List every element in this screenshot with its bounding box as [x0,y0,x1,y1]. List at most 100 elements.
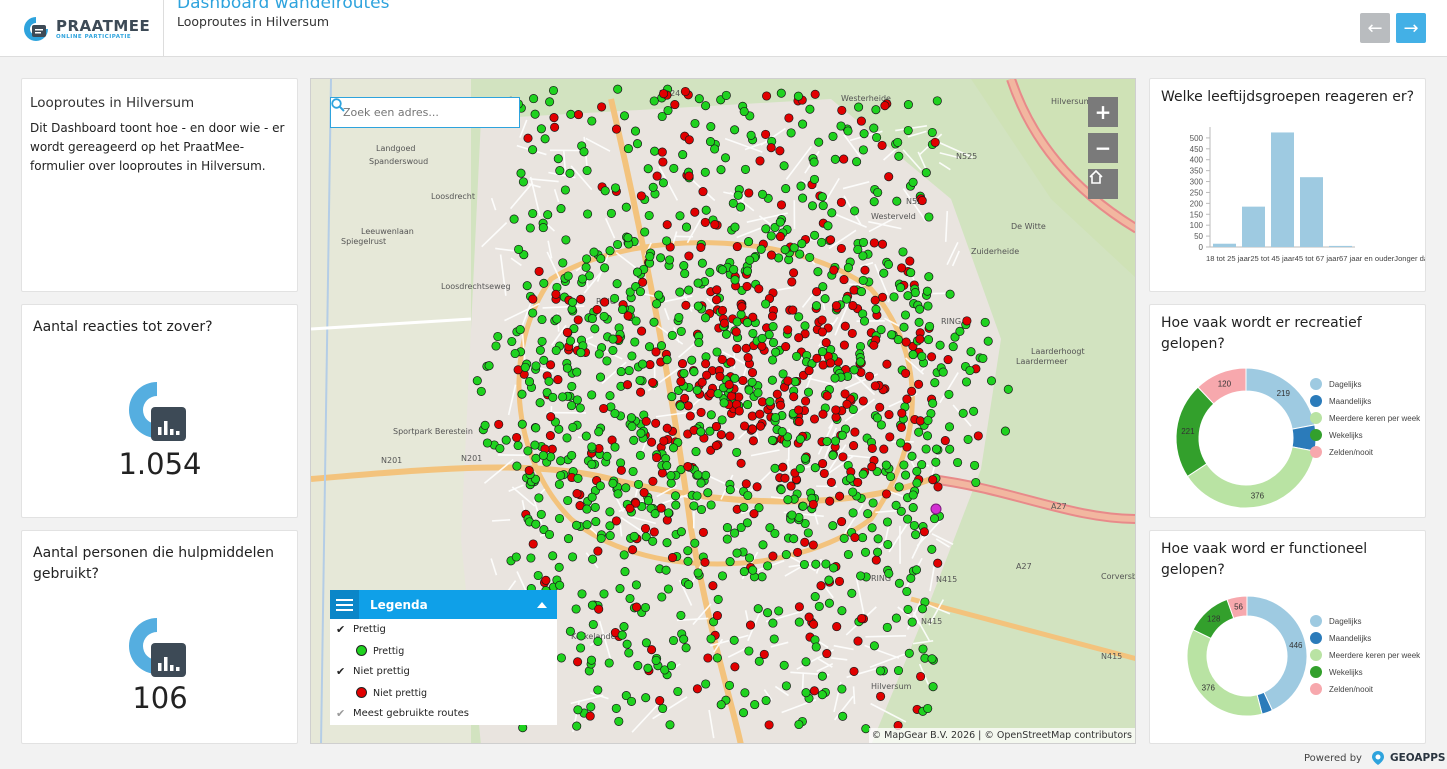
response-marker[interactable] [526,553,536,563]
response-marker[interactable] [805,104,815,114]
response-marker[interactable] [756,244,766,254]
response-marker[interactable] [656,341,667,351]
response-marker[interactable] [945,444,955,454]
response-marker[interactable] [902,394,912,404]
response-marker[interactable] [595,481,605,491]
response-marker[interactable] [820,294,830,304]
map-view[interactable]: N524WesterheideHilversum-NoordN525N525We… [310,78,1136,744]
response-marker[interactable] [701,359,711,369]
response-marker[interactable] [948,342,958,352]
response-marker[interactable] [867,523,877,533]
response-marker[interactable] [767,435,777,445]
response-marker[interactable] [641,416,651,426]
response-marker[interactable] [857,613,867,624]
response-marker[interactable] [837,430,847,440]
response-marker[interactable] [848,487,858,497]
response-marker[interactable] [581,262,591,272]
response-marker[interactable] [828,563,839,573]
response-marker[interactable] [712,653,722,663]
response-marker[interactable] [667,553,678,563]
response-marker[interactable] [923,703,933,714]
response-marker[interactable] [784,113,794,123]
response-marker[interactable] [805,252,815,262]
response-marker[interactable] [676,527,686,537]
response-marker[interactable] [983,336,993,346]
response-marker[interactable] [789,268,799,278]
response-marker[interactable] [611,703,621,713]
response-marker[interactable] [701,205,711,215]
praatmee-logo[interactable]: PRAATMEE ONLINE PARTICIPATIE [22,12,150,46]
response-marker[interactable] [880,101,890,111]
response-marker[interactable] [649,527,659,537]
response-marker[interactable] [794,405,804,415]
response-marker[interactable] [772,389,782,399]
response-marker[interactable] [501,435,511,445]
response-marker[interactable] [809,619,819,629]
response-marker[interactable] [554,479,564,489]
response-marker[interactable] [849,441,859,451]
response-marker[interactable] [708,581,718,591]
response-marker[interactable] [767,375,777,385]
response-marker[interactable] [817,671,827,681]
response-marker[interactable] [585,711,595,721]
response-marker[interactable] [654,290,664,300]
response-marker[interactable] [697,258,707,268]
response-marker[interactable] [710,144,720,154]
response-marker[interactable] [828,521,838,531]
response-marker[interactable] [882,517,893,527]
response-marker[interactable] [747,368,758,378]
response-marker[interactable] [711,421,721,432]
response-marker[interactable] [961,377,972,387]
response-marker[interactable] [556,470,566,481]
response-marker[interactable] [675,401,685,411]
response-marker[interactable] [520,362,530,372]
response-marker[interactable] [719,318,729,328]
response-marker[interactable] [876,691,886,701]
response-marker[interactable] [725,431,735,441]
response-marker[interactable] [657,147,667,157]
response-marker[interactable] [684,171,694,181]
response-marker[interactable] [783,325,793,335]
response-marker[interactable] [649,96,659,106]
response-marker[interactable] [938,367,948,377]
response-marker[interactable] [796,181,806,191]
response-marker[interactable] [676,326,686,336]
response-marker[interactable] [745,620,756,630]
response-marker[interactable] [636,387,646,397]
response-marker[interactable] [610,442,620,452]
legend-layer-negative[interactable]: ✔ Niet prettig [330,661,557,682]
response-marker[interactable] [736,458,746,468]
response-marker[interactable] [768,355,778,365]
response-marker[interactable] [789,392,799,402]
response-marker[interactable] [858,469,868,479]
response-marker[interactable] [600,186,610,196]
response-marker[interactable] [808,540,818,550]
response-marker[interactable] [700,313,711,323]
response-marker[interactable] [476,386,486,396]
response-marker[interactable] [693,470,703,480]
response-marker[interactable] [908,177,918,187]
response-marker[interactable] [804,366,814,376]
response-marker[interactable] [901,337,911,347]
response-marker[interactable] [576,294,586,304]
response-marker[interactable] [622,380,633,390]
response-marker[interactable] [879,268,889,278]
response-marker[interactable] [856,571,866,581]
response-marker[interactable] [550,122,560,132]
response-marker[interactable] [811,301,822,311]
response-marker[interactable] [923,335,934,345]
response-marker[interactable] [915,416,925,426]
response-marker[interactable] [531,453,541,463]
response-marker[interactable] [593,636,603,646]
response-marker[interactable] [732,242,742,252]
response-marker[interactable] [715,371,725,381]
response-marker[interactable] [810,89,820,99]
response-marker[interactable] [854,102,864,112]
response-marker[interactable] [821,338,831,348]
checkmark-icon[interactable]: ✔ [336,707,345,720]
response-marker[interactable] [522,281,532,291]
response-marker[interactable] [696,242,706,252]
response-marker[interactable] [905,256,915,266]
response-marker[interactable] [877,140,887,150]
response-marker[interactable] [837,606,847,616]
